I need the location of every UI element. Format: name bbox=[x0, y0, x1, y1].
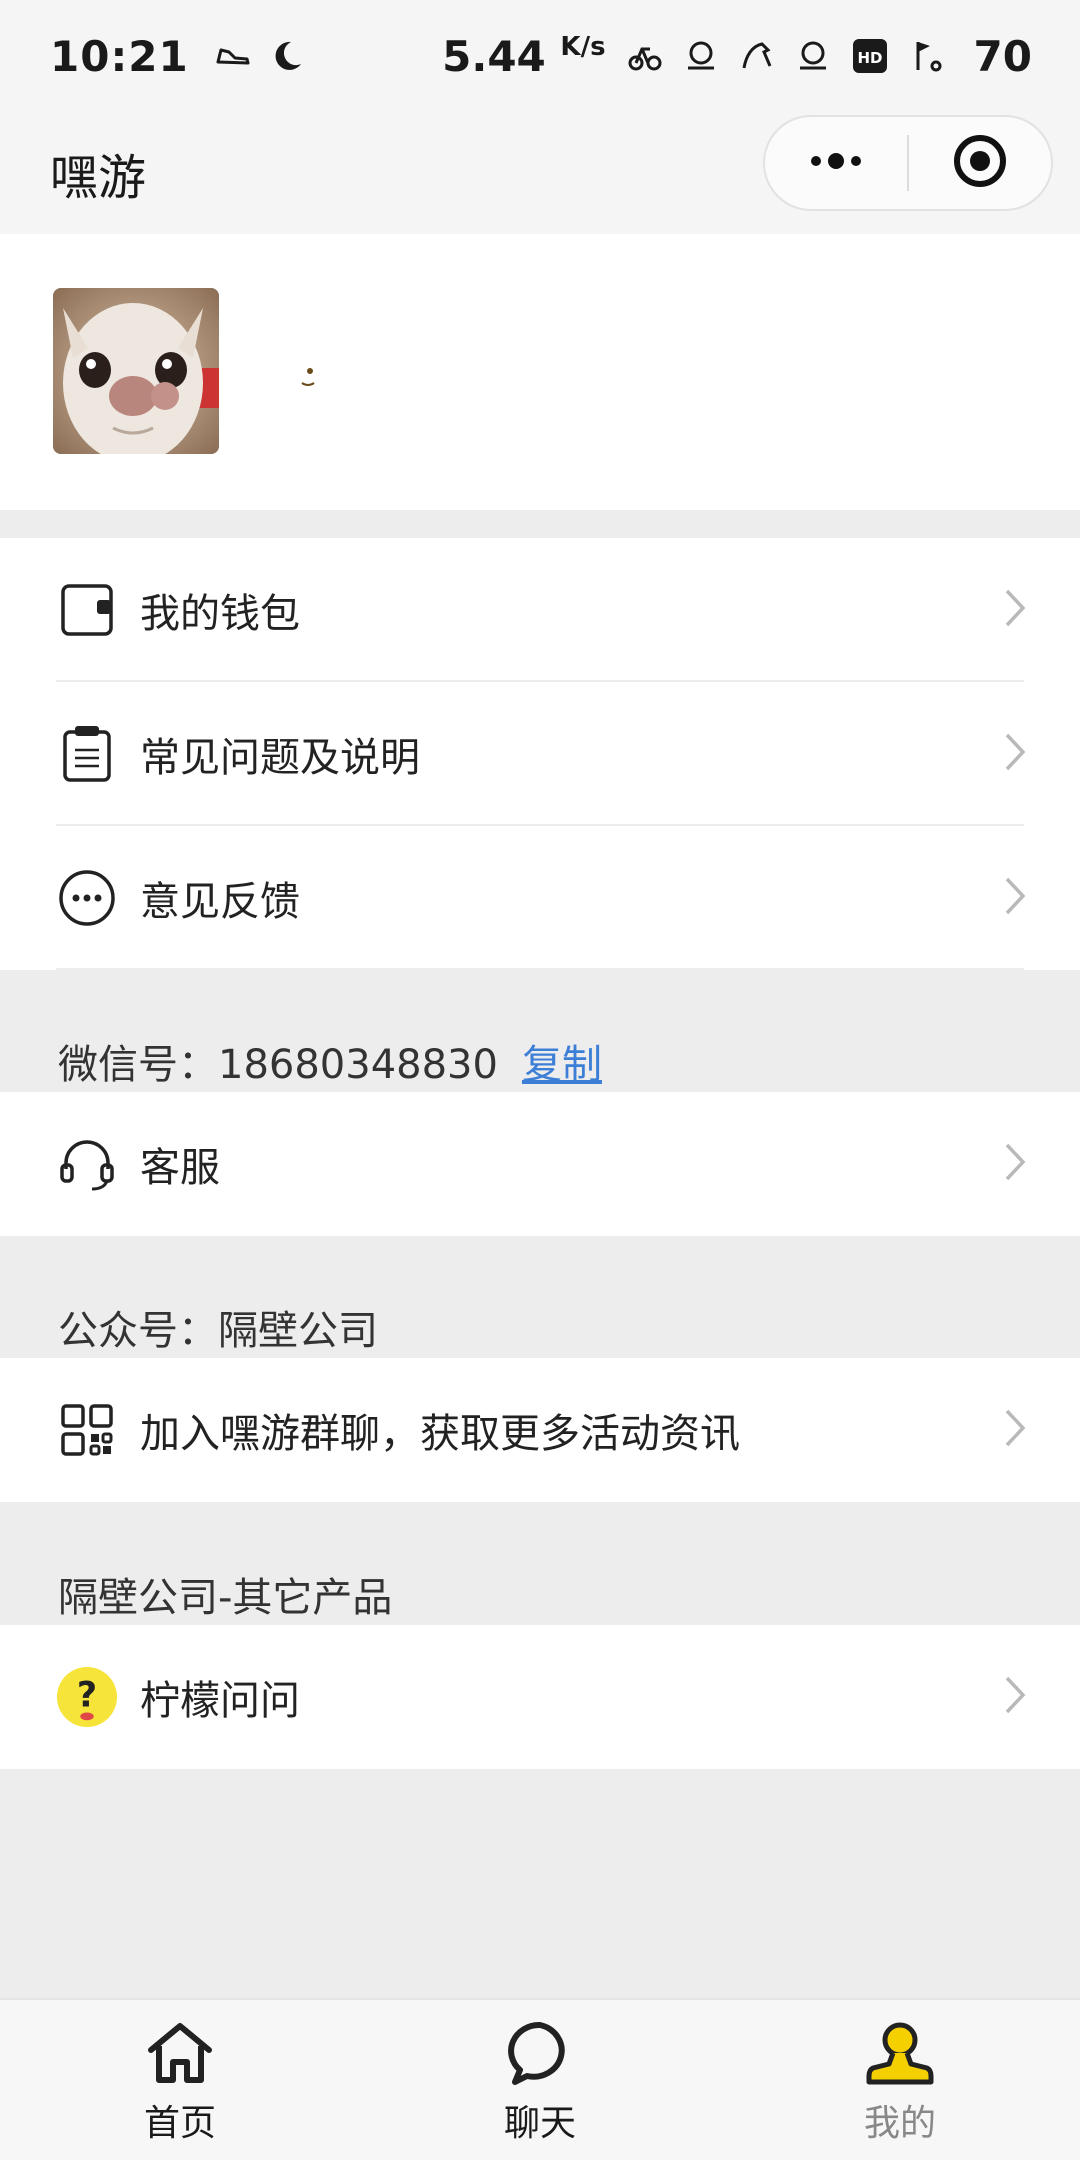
qrcode-icon bbox=[56, 1399, 118, 1461]
avatar[interactable] bbox=[53, 288, 219, 454]
other-products-header: 隔壁公司-其它产品 bbox=[58, 1575, 393, 1621]
menu-item-lemon-ask[interactable]: ? 柠檬问问 bbox=[0, 1625, 1080, 1769]
chevron-right-icon bbox=[1004, 1408, 1026, 1452]
hd-icon: HD bbox=[852, 38, 888, 74]
user-icon bbox=[865, 2020, 935, 2090]
products-menu: ? 柠檬问问 bbox=[0, 1625, 1080, 1769]
mini-program-capsule bbox=[763, 115, 1053, 211]
chevron-right-icon bbox=[1004, 588, 1026, 632]
chevron-right-icon bbox=[1004, 732, 1026, 776]
menu-item-feedback[interactable]: 意见反馈 bbox=[0, 826, 1080, 970]
wechat-id-label: 微信号：18680348830 bbox=[58, 1042, 498, 1088]
tab-bar: 首页 聊天 我的 bbox=[0, 1998, 1080, 2160]
group-chat-menu: 加入嘿游群聊，获取更多活动资讯 bbox=[0, 1358, 1080, 1502]
headset-icon bbox=[56, 1133, 118, 1195]
chevron-right-icon bbox=[1004, 1142, 1026, 1186]
menu-item-faq[interactable]: 常见问题及说明 bbox=[0, 682, 1080, 826]
chat-icon bbox=[507, 2020, 573, 2090]
svg-text:?: ? bbox=[77, 1676, 97, 1716]
chevron-right-icon bbox=[1004, 876, 1026, 920]
horse-icon bbox=[740, 40, 774, 72]
close-mini-program-button[interactable] bbox=[909, 117, 1051, 209]
copy-link[interactable]: 复制 bbox=[522, 1042, 602, 1088]
lemon-question-icon: ? bbox=[56, 1666, 118, 1728]
page-title: 嘿游 bbox=[50, 150, 147, 206]
moon-icon bbox=[269, 38, 305, 74]
official-account-header: 公众号：隔壁公司 bbox=[58, 1308, 378, 1354]
app-notification-icon bbox=[684, 40, 718, 72]
wechat-id-header: 微信号：18680348830 复制 bbox=[58, 1032, 602, 1090]
tab-home[interactable]: 首页 bbox=[0, 2000, 360, 2160]
more-dots-icon bbox=[806, 151, 866, 175]
home-icon bbox=[145, 2020, 215, 2090]
menu-item-customer-service[interactable]: 客服 bbox=[0, 1092, 1080, 1236]
status-time: 10:21 bbox=[50, 31, 189, 81]
bike-icon bbox=[628, 41, 662, 71]
svg-text:HD: HD bbox=[857, 49, 882, 67]
primary-menu: 我的钱包 常见问题及说明 意见反馈 bbox=[0, 538, 1080, 970]
chevron-right-icon bbox=[1004, 1675, 1026, 1719]
menu-item-wallet[interactable]: 我的钱包 bbox=[0, 538, 1080, 682]
shoe-icon bbox=[215, 44, 251, 68]
battery-level: 70 bbox=[973, 31, 1032, 81]
target-icon bbox=[953, 134, 1007, 192]
wallet-icon bbox=[56, 579, 118, 641]
more-button[interactable] bbox=[765, 117, 907, 209]
clipboard-icon bbox=[56, 723, 118, 785]
app-notification-icon-2 bbox=[796, 40, 830, 72]
network-speed: 5.44 K/s bbox=[442, 31, 606, 81]
tab-chat[interactable]: 聊天 bbox=[360, 2000, 720, 2160]
feedback-icon bbox=[56, 867, 118, 929]
signal-icon bbox=[910, 38, 946, 74]
moon-emoji-icon bbox=[286, 347, 336, 403]
status-bar: 10:21 5.44 K/s HD 70 bbox=[0, 0, 1080, 112]
tab-mine[interactable]: 我的 bbox=[720, 2000, 1080, 2160]
menu-item-join-group[interactable]: 加入嘿游群聊，获取更多活动资讯 bbox=[0, 1358, 1080, 1502]
profile-card bbox=[0, 234, 1080, 510]
service-menu: 客服 bbox=[0, 1092, 1080, 1236]
